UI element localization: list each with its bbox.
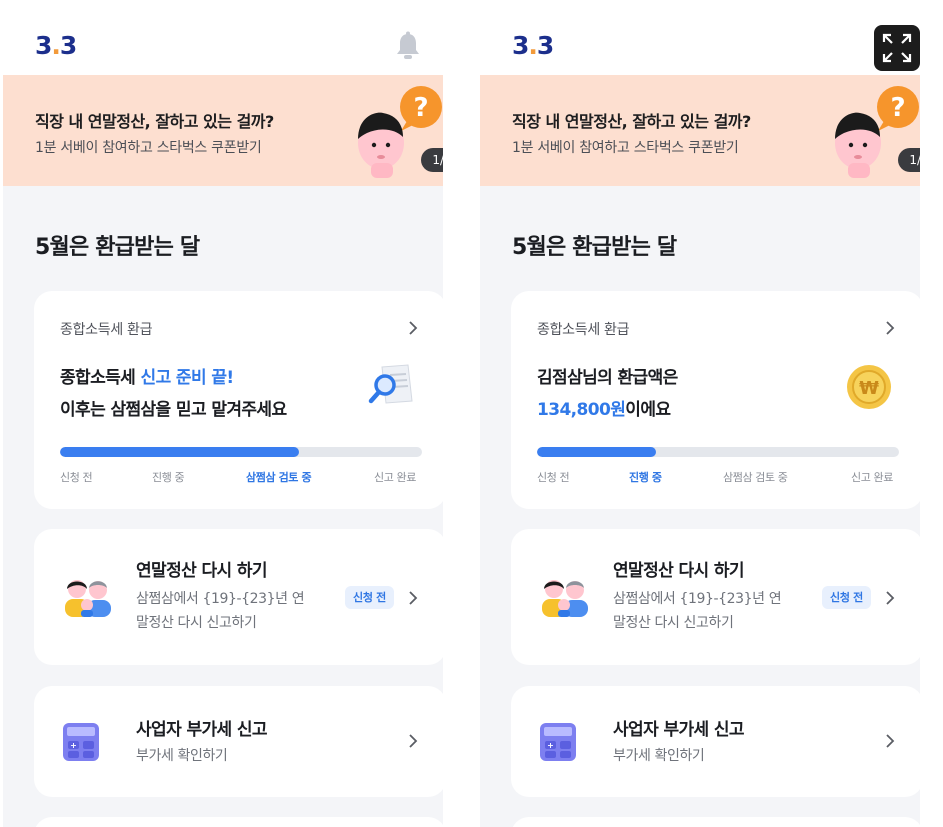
svg-text:+: + — [547, 741, 554, 750]
card-title: 사업자 부가세 신고 — [613, 720, 745, 740]
refund-progress-bar — [537, 447, 899, 457]
status-badge: 신청 전 — [822, 586, 871, 609]
progress-steps: 신청 전 진행 중 삼쩜삼 검토 중 신고 완료 — [60, 469, 422, 485]
top-bar: 3.3 — [3, 17, 443, 75]
promo-banner[interactable]: 직장 내 연말정산, 잘하고 있는 걸까? 1분 서베이 참여하고 스타벅스 쿠… — [480, 75, 920, 186]
banner-subtitle: 1분 서베이 참여하고 스타벅스 쿠폰받기 — [512, 140, 739, 156]
chevron-right-icon[interactable] — [406, 591, 420, 605]
app-screen-before: 3.3 직장 내 연말정산, 잘하고 있는 걸까? 1분 서베이 참여하고 스타… — [3, 17, 443, 827]
banner-subtitle: 1분 서베이 참여하고 스타벅스 쿠폰받기 — [35, 140, 262, 156]
step-before-apply: 신청 전 — [60, 471, 93, 484]
progress-steps: 신청 전 진행 중 삼쩜삼 검토 중 신고 완료 — [537, 469, 899, 485]
refund-amount: 134,800원이에요 — [537, 400, 671, 420]
svg-text:₩: ₩ — [859, 378, 879, 399]
card-subtitle: 삼쩜삼에서 {19}-{23}년 연 말정산 다시 신고하기 — [613, 591, 782, 631]
card-title: 연말정산 다시 하기 — [136, 561, 268, 581]
next-card-partial — [511, 817, 920, 827]
banner-pager[interactable]: 1/2 — [421, 148, 443, 172]
card-subtitle: 부가세 확인하기 — [613, 748, 705, 764]
income-tax-refund-card[interactable]: 종합소득세 환급 종합소득세 신고 준비 끝! 이후는 삼쩜삼을 믿고 맡겨주세… — [34, 291, 443, 509]
year-end-settlement-card[interactable]: 연말정산 다시 하기 삼쩜삼에서 {19}-{23}년 연 말정산 다시 신고하… — [511, 529, 920, 665]
won-coin-icon: ₩ — [847, 365, 891, 409]
svg-text:?: ? — [890, 93, 905, 123]
chevron-right-icon[interactable] — [883, 734, 897, 748]
step-in-progress: 진행 중 — [629, 471, 662, 484]
vat-filing-card[interactable]: + 사업자 부가세 신고 부가세 확인하기 — [34, 686, 443, 797]
app-screen-after: 3.3 직장 내 연말정산, 잘하고 있는 걸까? 1분 서베이 참여하고 스타… — [480, 17, 920, 827]
promo-banner[interactable]: 직장 내 연말정산, 잘하고 있는 걸까? 1분 서베이 참여하고 스타벅스 쿠… — [3, 75, 443, 186]
step-before-apply: 신청 전 — [537, 471, 570, 484]
step-in-progress: 진행 중 — [152, 471, 185, 484]
step-reviewing: 삼쩜삼 검토 중 — [723, 471, 788, 484]
calculator-icon: + — [540, 723, 576, 761]
svg-text:+: + — [70, 741, 77, 750]
expand-button[interactable] — [874, 25, 920, 71]
card-subtitle: 삼쩜삼에서 {19}-{23}년 연 말정산 다시 신고하기 — [136, 591, 305, 631]
document-search-icon — [368, 364, 413, 404]
section-title: 5월은 환급받는 달 — [512, 235, 677, 260]
chevron-right-icon[interactable] — [406, 734, 420, 748]
top-bar: 3.3 — [480, 17, 920, 75]
progress-fill — [537, 447, 657, 457]
income-tax-refund-card[interactable]: 종합소득세 환급 김점삼님의 환급액은 134,800원이에요 ₩ 신청 전 진… — [511, 291, 920, 509]
banner-title: 직장 내 연말정산, 잘하고 있는 걸까? — [35, 112, 274, 131]
step-reviewing: 삼쩜삼 검토 중 — [246, 471, 312, 484]
chevron-right-icon[interactable] — [406, 321, 420, 335]
card-title: 연말정산 다시 하기 — [613, 561, 745, 581]
card-subtitle: 부가세 확인하기 — [136, 748, 228, 764]
chevron-right-icon[interactable] — [883, 321, 897, 335]
family-icon — [65, 580, 111, 617]
step-filed: 신고 완료 — [374, 471, 416, 484]
card-label: 종합소득세 환급 — [537, 322, 630, 338]
svg-text:?: ? — [413, 93, 428, 123]
card-title: 사업자 부가세 신고 — [136, 720, 268, 740]
refund-progress-bar — [60, 447, 422, 457]
status-description: 이후는 삼쩜삼을 믿고 맡겨주세요 — [60, 400, 287, 420]
family-icon — [542, 580, 588, 617]
app-logo[interactable]: 3.3 — [35, 31, 77, 60]
step-filed: 신고 완료 — [851, 471, 893, 484]
progress-fill — [60, 447, 299, 457]
vat-filing-card[interactable]: + 사업자 부가세 신고 부가세 확인하기 — [511, 686, 920, 797]
refund-headline: 김점삼님의 환급액은 — [537, 368, 678, 388]
bell-icon[interactable] — [395, 31, 421, 61]
status-badge: 신청 전 — [345, 586, 394, 609]
banner-pager[interactable]: 1/2 — [898, 148, 920, 172]
card-label: 종합소득세 환급 — [60, 322, 153, 338]
app-logo[interactable]: 3.3 — [512, 31, 554, 60]
expand-icon — [882, 33, 912, 63]
next-card-partial — [34, 817, 443, 827]
comparison-stage: 3.3 직장 내 연말정산, 잘하고 있는 걸까? 1분 서베이 참여하고 스타… — [0, 0, 943, 827]
calculator-icon: + — [63, 723, 99, 761]
banner-title: 직장 내 연말정산, 잘하고 있는 걸까? — [512, 112, 751, 131]
status-headline: 종합소득세 신고 준비 끝! — [60, 368, 234, 388]
section-title: 5월은 환급받는 달 — [35, 235, 200, 260]
chevron-right-icon[interactable] — [883, 591, 897, 605]
year-end-settlement-card[interactable]: 연말정산 다시 하기 삼쩜삼에서 {19}-{23}년 연 말정산 다시 신고하… — [34, 529, 443, 665]
